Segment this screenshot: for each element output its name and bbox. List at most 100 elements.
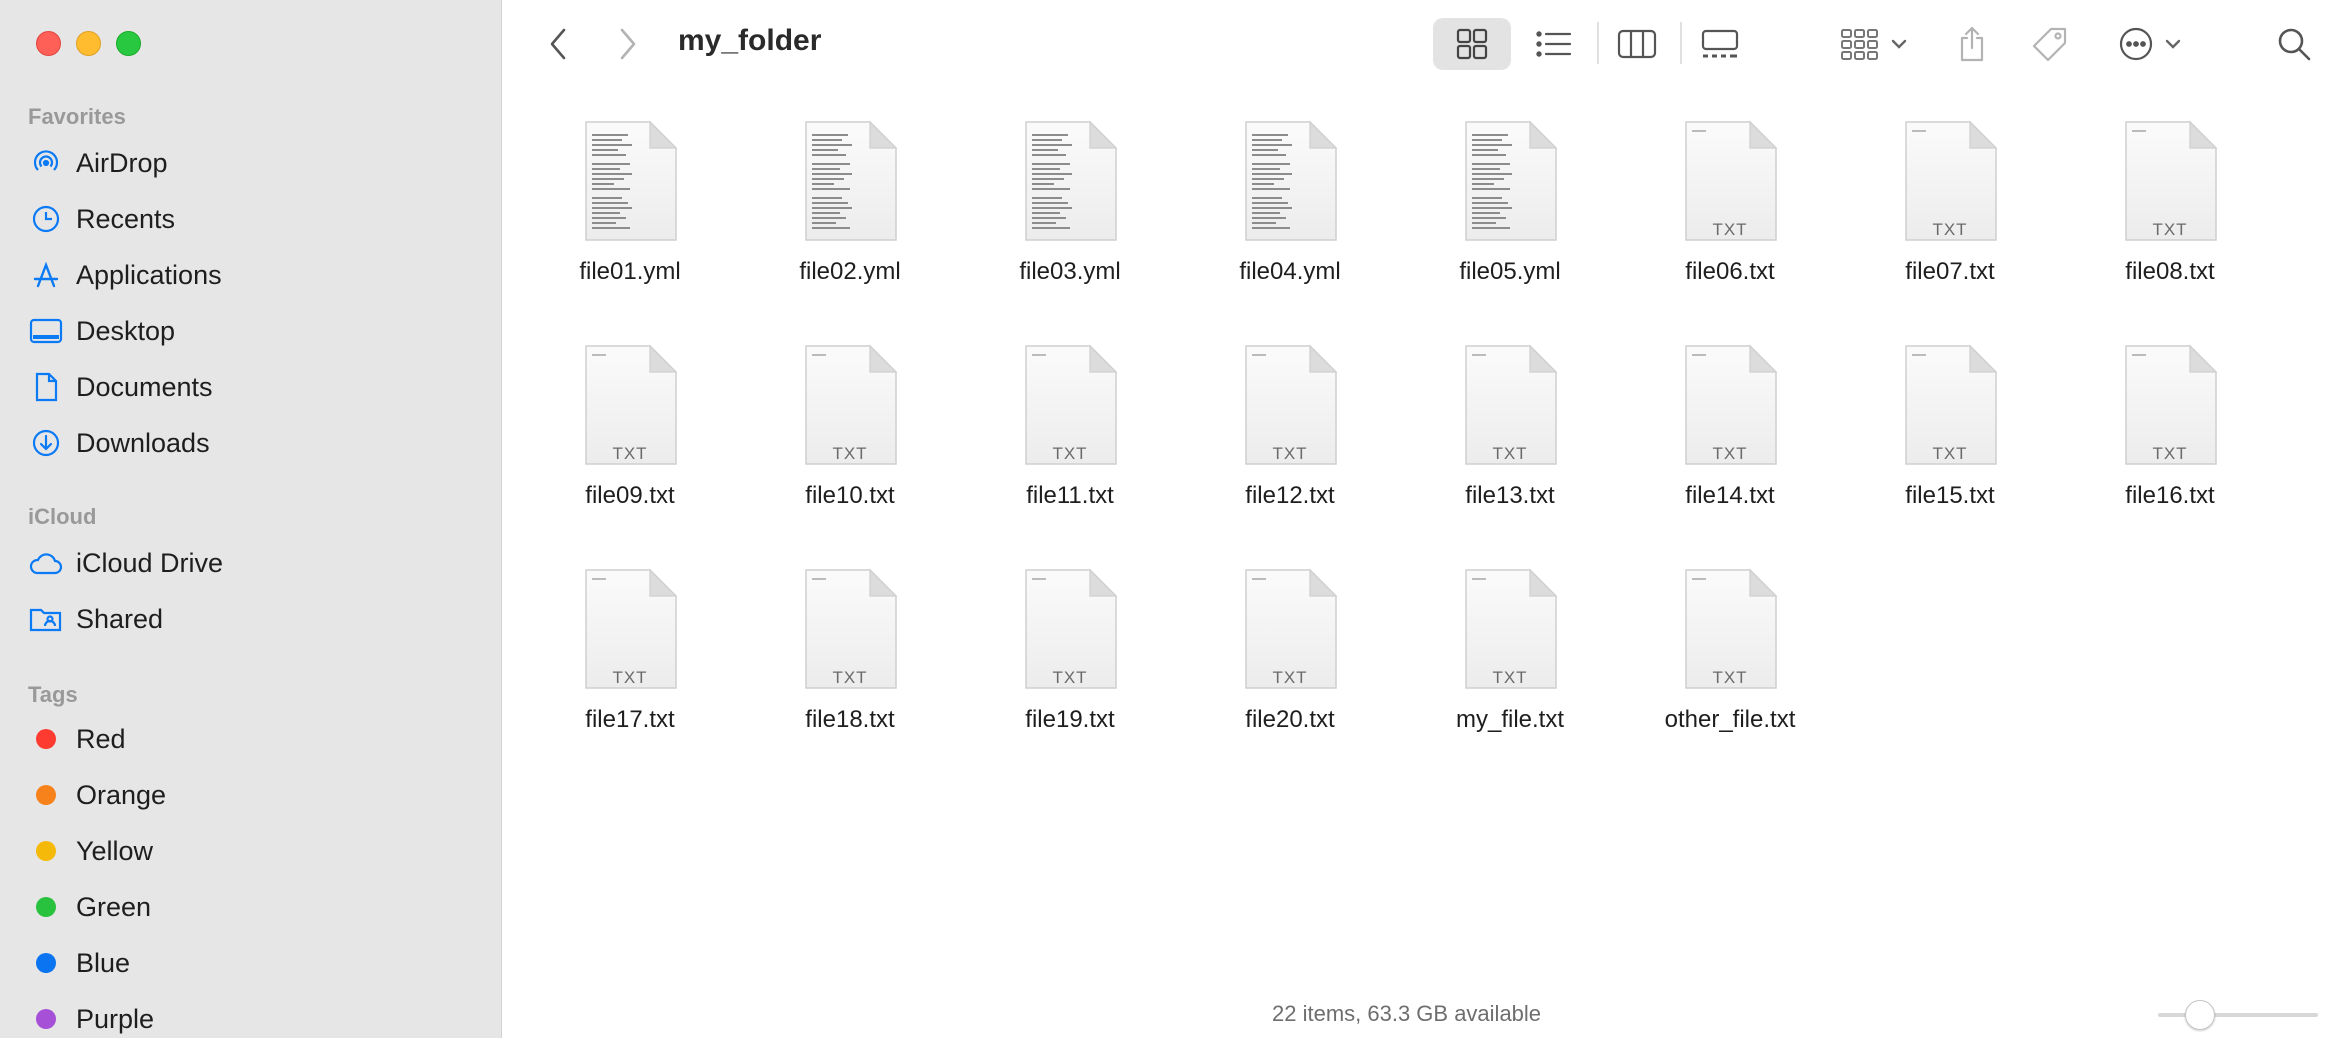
file-name: file03.yml <box>1019 258 1121 285</box>
zoom-window-button[interactable] <box>116 31 141 56</box>
back-button[interactable] <box>540 24 576 64</box>
sidebar-item-icloud-drive[interactable]: iCloud Drive <box>28 540 488 586</box>
file-item[interactable]: TXT file17.txt <box>530 568 730 768</box>
sidebar-item-downloads[interactable]: Downloads <box>28 420 488 466</box>
sidebar-item-label: Shared <box>76 603 164 634</box>
file-item[interactable]: TXT file13.txt <box>1410 344 1610 544</box>
file-name: file04.yml <box>1239 258 1341 285</box>
shared-folder-icon <box>28 601 64 637</box>
file-type-label: TXT <box>2152 220 2188 239</box>
file-item[interactable]: TXT file14.txt <box>1630 344 1830 544</box>
more-actions-button[interactable] <box>2112 18 2188 70</box>
file-name: file10.txt <box>805 482 895 509</box>
sidebar-item-label: iCloud Drive <box>76 547 224 578</box>
gallery-view-icon <box>1701 29 1739 58</box>
airdrop-icon <box>28 145 64 181</box>
file-item[interactable]: TXT file06.txt <box>1630 120 1830 320</box>
file-name: file11.txt <box>1026 482 1114 509</box>
tag-icon <box>2032 27 2067 62</box>
desktop-icon <box>28 313 64 349</box>
file-item[interactable]: TXT other_file.txt <box>1630 568 1830 768</box>
minimize-window-button[interactable] <box>76 31 101 56</box>
yml-document-icon <box>1465 120 1558 241</box>
sidebar-item-airdrop[interactable]: AirDrop <box>28 140 488 186</box>
column-view-button[interactable] <box>1598 18 1676 70</box>
file-type-label: TXT <box>612 444 648 463</box>
share-button[interactable] <box>1950 16 1994 72</box>
sidebar-tag-red[interactable]: Red <box>28 716 488 762</box>
file-item[interactable]: file02.yml <box>750 120 950 320</box>
sidebar-item-label: Desktop <box>76 315 176 346</box>
status-text: 22 items, 63.3 GB available <box>1272 1001 1542 1026</box>
file-item[interactable]: TXT file15.txt <box>1850 344 2050 544</box>
file-name: file15.txt <box>1905 482 1995 509</box>
file-type-label: TXT <box>832 444 868 463</box>
sidebar-tag-purple[interactable]: Purple <box>28 996 488 1042</box>
file-item[interactable]: file05.yml <box>1410 120 1610 320</box>
tag-color-dot <box>36 1009 56 1029</box>
share-icon <box>1960 26 1984 62</box>
window-title: my_folder <box>678 24 822 57</box>
file-item[interactable]: file04.yml <box>1190 120 1390 320</box>
list-view-button[interactable] <box>1515 18 1593 70</box>
tags-section-title: Tags <box>28 682 78 707</box>
file-type-label: TXT <box>1272 668 1308 687</box>
yml-document-icon <box>1025 120 1118 241</box>
sidebar-item-label: Red <box>76 723 126 754</box>
gallery-view-button[interactable] <box>1681 18 1759 70</box>
file-item[interactable]: TXT file19.txt <box>970 568 1170 768</box>
file-name: file14.txt <box>1685 482 1775 509</box>
sidebar-item-desktop[interactable]: Desktop <box>28 308 488 354</box>
file-type-label: TXT <box>1272 444 1308 463</box>
file-item[interactable]: TXT file07.txt <box>1850 120 2050 320</box>
file-type-label: TXT <box>2152 444 2188 463</box>
file-type-label: TXT <box>1052 668 1088 687</box>
file-item[interactable]: TXT file20.txt <box>1190 568 1390 768</box>
sidebar-tag-blue[interactable]: Blue <box>28 940 488 986</box>
file-name: file07.txt <box>1905 258 1995 285</box>
file-type-label: TXT <box>1492 668 1528 687</box>
file-item[interactable]: TXT file11.txt <box>970 344 1170 544</box>
search-icon <box>2278 28 2311 61</box>
file-name: other_file.txt <box>1664 706 1796 733</box>
close-window-button[interactable] <box>36 31 61 56</box>
cloud-icon <box>28 545 64 581</box>
file-item[interactable]: TXT file12.txt <box>1190 344 1390 544</box>
sidebar-item-shared[interactable]: Shared <box>28 596 488 642</box>
chevron-down-icon <box>1891 39 1907 49</box>
icon-size-slider-knob[interactable] <box>2185 1000 2215 1030</box>
group-by-button[interactable] <box>1834 18 1914 70</box>
icon-view-button[interactable] <box>1433 18 1511 70</box>
sidebar-item-documents[interactable]: Documents <box>28 364 488 410</box>
search-button[interactable] <box>2272 18 2316 70</box>
file-item[interactable]: TXT file08.txt <box>2070 120 2270 320</box>
sidebar-item-applications[interactable]: Applications <box>28 252 488 298</box>
file-item[interactable]: TXT file09.txt <box>530 344 730 544</box>
sidebar-item-label: Purple <box>76 1003 155 1034</box>
file-item[interactable]: TXT file16.txt <box>2070 344 2270 544</box>
file-item[interactable]: file03.yml <box>970 120 1170 320</box>
sidebar-tag-green[interactable]: Green <box>28 884 488 930</box>
tag-color-dot <box>36 785 56 805</box>
forward-button[interactable] <box>610 24 646 64</box>
sidebar-tag-orange[interactable]: Orange <box>28 772 488 818</box>
yml-document-icon <box>1245 120 1338 241</box>
clock-icon <box>28 201 64 237</box>
sidebar-item-label: Yellow <box>76 835 154 866</box>
file-item[interactable]: TXT my_file.txt <box>1410 568 1610 768</box>
file-item[interactable]: TXT file10.txt <box>750 344 950 544</box>
sidebar-tag-yellow[interactable]: Yellow <box>28 828 488 874</box>
file-item[interactable]: TXT file18.txt <box>750 568 950 768</box>
tag-color-dot <box>36 729 56 749</box>
file-item[interactable]: file01.yml <box>530 120 730 320</box>
icon-size-slider-track[interactable] <box>2158 1013 2318 1017</box>
sidebar-item-label: Recents <box>76 203 176 234</box>
file-type-label: TXT <box>1052 444 1088 463</box>
chevron-left-icon <box>550 28 566 60</box>
sidebar-item-recents[interactable]: Recents <box>28 196 488 242</box>
tag-button[interactable] <box>2026 18 2074 70</box>
tag-color-dot <box>36 953 56 973</box>
yml-document-icon <box>805 120 898 241</box>
file-type-label: TXT <box>1712 220 1748 239</box>
file-type-label: TXT <box>1712 668 1748 687</box>
